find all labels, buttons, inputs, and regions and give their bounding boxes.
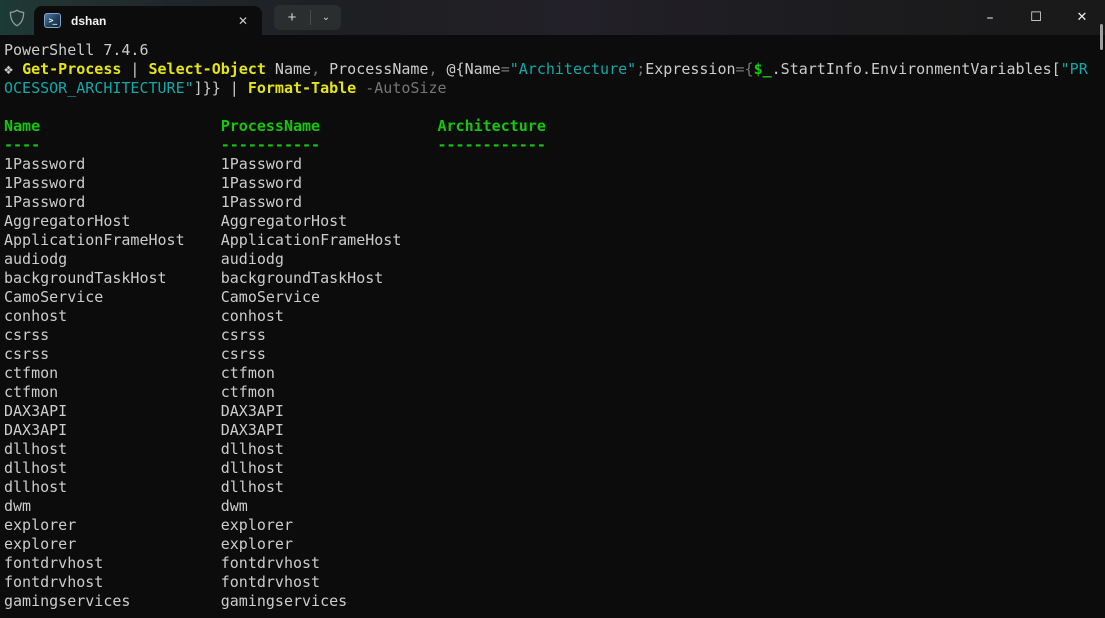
command-line-1: ❖ Get-Process | Select-Object Name, Proc… xyxy=(4,60,1088,78)
table-row: explorer explorer xyxy=(4,535,437,553)
command-token: .StartInfo.EnvironmentVariables[ xyxy=(772,60,1061,78)
command-token: $_ xyxy=(754,60,772,78)
command-token: ]}} xyxy=(194,79,221,97)
table-row: audiodg audiodg xyxy=(4,250,437,268)
table-row: CamoService CamoService xyxy=(4,288,437,306)
table-row: fontdrvhost fontdrvhost xyxy=(4,554,437,572)
table-row: DAX3API DAX3API xyxy=(4,402,437,420)
table-row: DAX3API DAX3API xyxy=(4,421,437,439)
maximize-button[interactable]: ☐ xyxy=(1013,0,1059,35)
powershell-version-line: PowerShell 7.4.6 xyxy=(4,41,149,59)
command-token: -AutoSize xyxy=(365,79,446,97)
command-token: OCESSOR_ARCHITECTURE" xyxy=(4,79,194,97)
scrollbar-thumb[interactable] xyxy=(1100,24,1103,50)
table-row: gamingservices gamingservices xyxy=(4,592,437,610)
table-row: fontdrvhost fontdrvhost xyxy=(4,573,437,591)
command-token: ; xyxy=(636,60,645,78)
close-button[interactable]: ✕ xyxy=(1059,0,1105,35)
command-token: Get-Process xyxy=(22,60,121,78)
table-row: 1Password 1Password xyxy=(4,174,437,192)
tab-close-icon[interactable]: ✕ xyxy=(232,10,254,32)
table-row: dllhost dllhost xyxy=(4,459,437,477)
table-row: dllhost dllhost xyxy=(4,478,437,496)
powershell-icon: >_ xyxy=(44,13,61,28)
terminal-screen: PowerShell 7.4.6 ❖ Get-Process | Select-… xyxy=(4,41,1105,611)
command-token: ={ xyxy=(736,60,754,78)
command-token: Expression xyxy=(645,60,735,78)
command-token: ❖ xyxy=(4,60,22,78)
command-token: "Architecture" xyxy=(510,60,636,78)
table-row: backgroundTaskHost backgroundTaskHost xyxy=(4,269,437,287)
command-token: | xyxy=(221,79,248,97)
table-row: dllhost dllhost xyxy=(4,440,437,458)
table-row: AggregatorHost AggregatorHost xyxy=(4,212,437,230)
table-row: csrss csrss xyxy=(4,326,437,344)
command-token: | xyxy=(121,60,148,78)
command-token: Format-Table xyxy=(248,79,356,97)
tab-actions-group: + ⌄ xyxy=(274,5,341,30)
command-token: , xyxy=(311,60,329,78)
tab-dropdown-button[interactable]: ⌄ xyxy=(311,5,341,30)
minimize-button[interactable]: – xyxy=(967,0,1013,35)
command-token: Select-Object xyxy=(149,60,266,78)
window-controls: – ☐ ✕ xyxy=(967,0,1105,35)
command-token: Name xyxy=(266,60,311,78)
table-row: conhost conhost xyxy=(4,307,437,325)
tab-dshan[interactable]: >_ dshan ✕ xyxy=(34,6,262,35)
terminal-viewport[interactable]: PowerShell 7.4.6 ❖ Get-Process | Select-… xyxy=(0,35,1105,618)
table-row: ctfmon ctfmon xyxy=(4,364,437,382)
titlebar: >_ dshan ✕ + ⌄ – ☐ ✕ xyxy=(0,0,1105,35)
table-row: 1Password 1Password xyxy=(4,155,437,173)
command-token: = xyxy=(501,60,510,78)
command-token xyxy=(356,79,365,97)
admin-shield-icon xyxy=(0,0,34,35)
process-table: Name ProcessName Architecture ---- -----… xyxy=(4,117,546,610)
command-line-2: OCESSOR_ARCHITECTURE"]}} | Format-Table … xyxy=(4,79,447,97)
table-row: 1Password 1Password xyxy=(4,193,437,211)
command-token: @{Name xyxy=(447,60,501,78)
command-token: "PR xyxy=(1061,60,1088,78)
table-row: explorer explorer xyxy=(4,516,437,534)
tab-title: dshan xyxy=(71,14,232,28)
command-token: , xyxy=(428,60,446,78)
windows-terminal-window: { "titlebar": { "admin_shield_icon": "sh… xyxy=(0,0,1105,618)
table-row: csrss csrss xyxy=(4,345,437,363)
table-row: dwm dwm xyxy=(4,497,437,515)
table-row: ApplicationFrameHost ApplicationFrameHos… xyxy=(4,231,437,249)
new-tab-button[interactable]: + xyxy=(274,5,310,30)
command-token: ProcessName xyxy=(329,60,428,78)
table-header: Name ProcessName Architecture ---- -----… xyxy=(4,117,546,154)
table-row: ctfmon ctfmon xyxy=(4,383,437,401)
